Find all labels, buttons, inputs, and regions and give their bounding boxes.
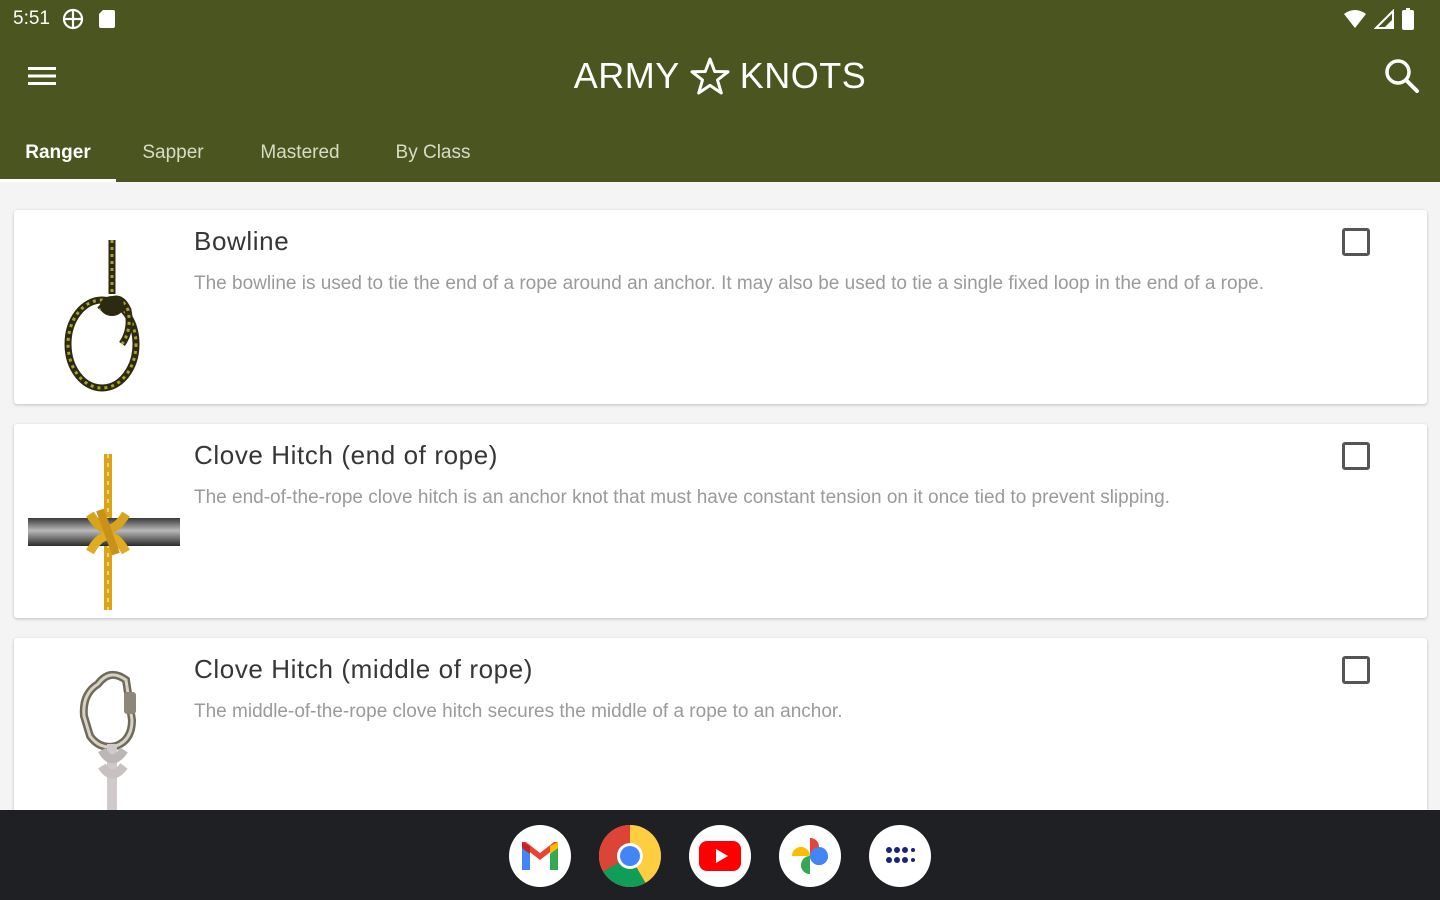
sd-card-icon bbox=[98, 9, 116, 34]
mastered-checkbox[interactable] bbox=[1342, 228, 1370, 256]
app-drawer-icon bbox=[886, 847, 915, 863]
photos-app-button[interactable] bbox=[779, 825, 841, 887]
gmail-app-button[interactable] bbox=[509, 825, 571, 887]
status-time: 5:51 bbox=[13, 8, 50, 29]
mastered-checkbox[interactable] bbox=[1342, 442, 1370, 470]
vpn-icon bbox=[62, 8, 84, 35]
status-bar: 5:51 bbox=[0, 0, 1440, 40]
search-button[interactable] bbox=[1380, 54, 1424, 98]
bowline-knot-image bbox=[28, 226, 180, 396]
tab-ranger[interactable]: Ranger bbox=[0, 124, 116, 182]
tab-sapper[interactable]: Sapper bbox=[116, 124, 230, 182]
signal-icon bbox=[1373, 8, 1394, 34]
app-bar: ARMY KNOTS Ranger Sapper Mastered By Cla… bbox=[0, 40, 1440, 182]
clove-hitch-end-image bbox=[28, 440, 180, 610]
knot-description: The bowline is used to tie the end of a … bbox=[194, 273, 1264, 294]
app-drawer-button[interactable] bbox=[869, 825, 931, 887]
knot-card-bowline[interactable]: Bowline The bowline is used to tie the e… bbox=[14, 210, 1427, 404]
photos-icon bbox=[792, 838, 828, 874]
chrome-icon bbox=[599, 825, 661, 887]
app-title-left: ARMY bbox=[573, 55, 680, 96]
battery-icon bbox=[1402, 8, 1414, 35]
clove-hitch-middle-image bbox=[28, 654, 180, 824]
youtube-app-button[interactable] bbox=[689, 825, 751, 887]
tab-mastered[interactable]: Mastered bbox=[230, 124, 370, 182]
knot-list: Bowline The bowline is used to tie the e… bbox=[14, 210, 1427, 852]
knot-title: Clove Hitch (middle of rope) bbox=[194, 654, 534, 684]
tab-by-class[interactable]: By Class bbox=[370, 124, 496, 182]
gmail-icon bbox=[522, 842, 558, 870]
app-title-right: KNOTS bbox=[739, 55, 867, 96]
knot-title: Bowline bbox=[194, 226, 290, 256]
knot-description: The middle-of-the-rope clove hitch secur… bbox=[194, 701, 843, 722]
mastered-checkbox[interactable] bbox=[1342, 656, 1370, 684]
knot-description: The end-of-the-rope clove hitch is an an… bbox=[194, 487, 1170, 508]
star-outline-icon bbox=[690, 57, 730, 95]
knot-title: Clove Hitch (end of rope) bbox=[194, 440, 499, 470]
youtube-icon bbox=[699, 841, 741, 871]
chrome-app-button[interactable] bbox=[599, 825, 661, 887]
app-title: ARMY KNOTS bbox=[0, 54, 1440, 98]
tab-bar: Ranger Sapper Mastered By Class bbox=[0, 124, 496, 182]
taskbar-dock bbox=[0, 810, 1440, 900]
knot-card-clove-hitch-end[interactable]: Clove Hitch (end of rope) The end-of-the… bbox=[14, 424, 1427, 618]
knot-card-clove-hitch-middle[interactable]: Clove Hitch (middle of rope) The middle-… bbox=[14, 638, 1427, 832]
wifi-icon bbox=[1344, 9, 1366, 34]
search-icon bbox=[1385, 59, 1419, 93]
